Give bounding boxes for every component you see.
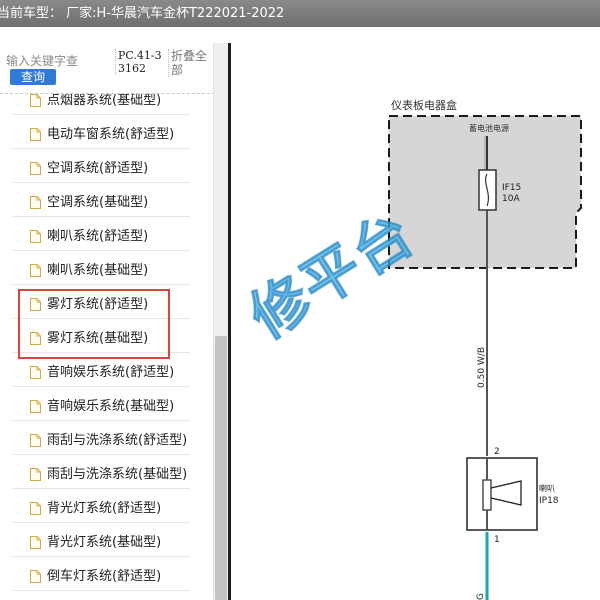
- tree-item[interactable]: 喇叭系统(舒适型): [12, 218, 190, 251]
- fuse-id: IF15: [502, 183, 521, 193]
- tree-item-label: 音响娱乐系统(基础型): [47, 398, 175, 414]
- document-icon: [30, 534, 41, 549]
- document-icon: [30, 500, 41, 515]
- document-icon: [30, 330, 41, 345]
- document-icon: [30, 160, 41, 175]
- tree-item[interactable]: 背光灯系统(基础型): [12, 524, 190, 557]
- tree-item-label: 倒车灯系统(舒适型): [47, 568, 162, 584]
- tree-item[interactable]: 背光灯系统(舒适型): [12, 490, 190, 523]
- doc-code: PC.41-33162: [115, 49, 164, 75]
- tree-item[interactable]: 雾灯系统(基础型): [12, 320, 190, 353]
- electrical-box-label: 仪表板电器盒: [391, 98, 457, 112]
- wiring-diagram: 仪表板电器盒 蓄电池电源 IF15 10A 0.50 W/B 2 喇叭 IP18…: [231, 43, 600, 600]
- document-icon: [30, 568, 41, 583]
- tree-item-label: 雨刮与洗涤系统(舒适型): [47, 432, 188, 448]
- tree-item-label: 空调系统(基础型): [47, 194, 149, 210]
- frame-top: [0, 27, 600, 43]
- tree-item-label: 雾灯系统(舒适型): [47, 296, 149, 312]
- tree-item[interactable]: 雾灯系统(舒适型): [12, 286, 190, 319]
- tree-item-label: 喇叭系统(舒适型): [47, 228, 149, 244]
- pin-label-bottom: 1: [494, 535, 500, 545]
- tree-item[interactable]: 雨刮与洗涤系统(舒适型): [12, 422, 190, 455]
- tree-item[interactable]: 倒车灯系统(舒适型): [12, 558, 190, 591]
- tree-item[interactable]: 空调系统(基础型): [12, 184, 190, 217]
- search-area: 查询 PC.41-33162 折叠全部: [0, 43, 215, 94]
- tree-item[interactable]: 雨刮与洗涤系统(基础型): [12, 456, 190, 489]
- tree-item-label: 喇叭系统(基础型): [47, 262, 149, 278]
- document-icon: [30, 296, 41, 311]
- tree-item[interactable]: 音响娱乐系统(基础型): [12, 388, 190, 421]
- tree-item[interactable]: 喇叭系统(基础型): [12, 252, 190, 285]
- tree-item-label: 背光灯系统(舒适型): [47, 500, 162, 516]
- document-icon: [30, 466, 41, 481]
- power-source-label: 蓄电池电源: [469, 123, 509, 133]
- document-icon: [30, 126, 41, 141]
- fuse-rating: 10A: [502, 194, 520, 204]
- wire-spec-label: 0.50 W/B: [477, 347, 487, 388]
- search-input[interactable]: [6, 51, 110, 71]
- tree-scrollbar[interactable]: [213, 43, 228, 600]
- tree-item-label: 背光灯系统(基础型): [47, 534, 162, 550]
- tree-item[interactable]: 电动车窗系统(舒适型): [12, 116, 190, 149]
- document-icon: [30, 432, 41, 447]
- document-icon: [30, 228, 41, 243]
- scrollbar-thumb[interactable]: [215, 336, 227, 600]
- tree-item-label: 电动车窗系统(舒适型): [47, 126, 175, 142]
- horn-component-box: [466, 457, 538, 531]
- tree-item-label: 雨刮与洗涤系统(基础型): [47, 466, 188, 482]
- window-title: 当前车型： 厂家:H-华晨汽车金杯T222021-2022: [0, 6, 285, 21]
- document-icon: [30, 398, 41, 413]
- tree-item-label: 音响娱乐系统(舒适型): [47, 364, 175, 380]
- left-panel: 点烟器系统(舒适型)点烟器系统(基础型)电动车窗系统(舒适型)空调系统(舒适型)…: [0, 43, 228, 600]
- document-icon: [30, 364, 41, 379]
- search-button[interactable]: 查询: [10, 69, 56, 85]
- tree-item-label: 雾灯系统(基础型): [47, 330, 149, 346]
- document-icon: [30, 194, 41, 209]
- tree-item[interactable]: 音响娱乐系统(舒适型): [12, 354, 190, 387]
- document-icon: [30, 262, 41, 277]
- wire-spec-bottom-label: G: [476, 593, 486, 600]
- title-bar: 当前车型： 厂家:H-华晨汽车金杯T222021-2022: [0, 0, 600, 27]
- system-tree: 点烟器系统(舒适型)点烟器系统(基础型)电动车窗系统(舒适型)空调系统(舒适型)…: [0, 78, 213, 600]
- tree-item-label: 空调系统(舒适型): [47, 160, 149, 176]
- component-name: 喇叭: [539, 483, 555, 493]
- horn-coil: [482, 479, 492, 511]
- pin-label-top: 2: [494, 447, 500, 457]
- tree-item[interactable]: 空调系统(舒适型): [12, 150, 190, 183]
- component-id: IP18: [539, 496, 559, 506]
- collapse-all-button[interactable]: 折叠全部: [168, 49, 213, 77]
